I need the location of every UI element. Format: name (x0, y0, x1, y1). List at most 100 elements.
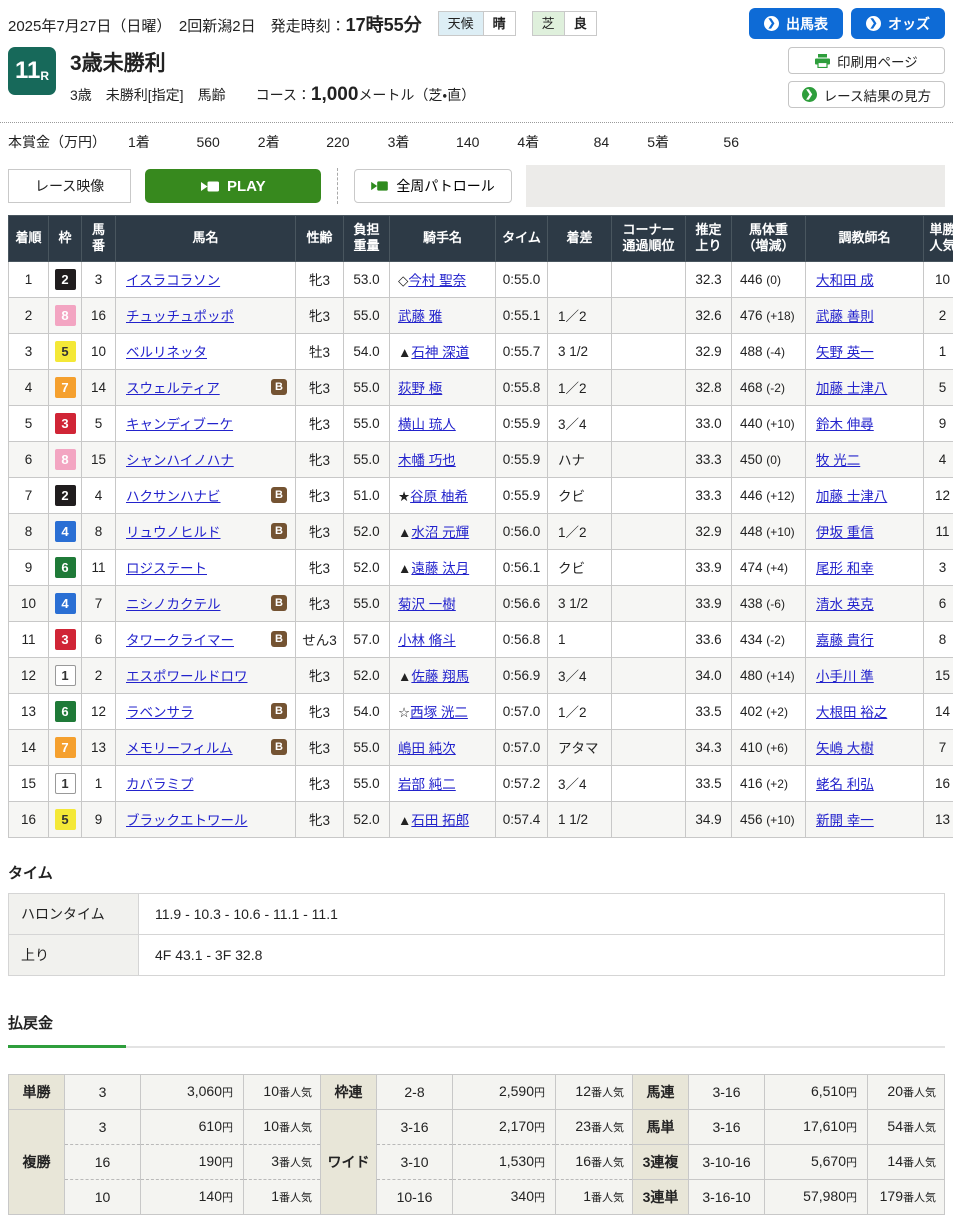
turf-condition-badge: 芝 良 (532, 11, 597, 36)
trainer-link[interactable]: 清水 英克 (816, 597, 874, 612)
rank-cell: 12 (9, 657, 49, 693)
last3f-cell: 33.9 (686, 585, 732, 621)
video-camera-icon (201, 180, 219, 193)
trainer-link[interactable]: 伊坂 重信 (816, 525, 874, 540)
waku-badge: 6 (55, 701, 76, 722)
trainer-cell: 清水 英克 (806, 585, 924, 621)
trainer-link[interactable]: 牧 光二 (816, 453, 860, 468)
prize-item: 4着84 (517, 132, 647, 152)
result-row: 535キャンディブーケ牝355.0横山 琉人0:55.93／433.0440 (… (9, 405, 953, 441)
popularity-cell: 9 (924, 405, 953, 441)
jockey-link[interactable]: 木幡 巧也 (398, 453, 456, 468)
sex-age-cell: 牝3 (296, 765, 344, 801)
trainer-link[interactable]: 武藤 善則 (816, 309, 874, 324)
trainer-link[interactable]: 矢嶋 大樹 (816, 741, 874, 756)
patrol-video-button[interactable]: 全周パトロール (354, 169, 511, 203)
jockey-link[interactable]: 今村 聖奈 (408, 273, 466, 288)
odds-button[interactable]: ❯オッズ (851, 8, 945, 39)
jockey-link[interactable]: 谷原 柚希 (410, 489, 468, 504)
last3f-cell: 32.8 (686, 369, 732, 405)
trainer-link[interactable]: 加藤 士津八 (816, 489, 887, 504)
jockey-link[interactable]: 小林 脩斗 (398, 633, 456, 648)
horse-link[interactable]: スウェルティア (126, 381, 220, 396)
horse-link[interactable]: エスポワールドロワ (126, 669, 248, 684)
jockey-link[interactable]: 武藤 雅 (398, 309, 442, 324)
umaban-cell: 13 (82, 729, 116, 765)
horse-link[interactable]: ハクサンハナビ (126, 489, 221, 504)
result-guide-button[interactable]: ❯ レース結果の見方 (788, 81, 945, 108)
trainer-link[interactable]: 大根田 裕之 (816, 705, 887, 720)
trainer-cell: 蛯名 利弘 (806, 765, 924, 801)
payout-selection: 3-10-16 (689, 1144, 765, 1179)
entries-button[interactable]: ❯出馬表 (749, 8, 843, 39)
payout-amount: 6,510円 (765, 1074, 868, 1109)
horse-link[interactable]: メモリーフィルム (126, 741, 233, 756)
prize-item: 1着560 (128, 132, 258, 152)
horse-link[interactable]: チュッチュポッポ (126, 309, 234, 324)
payout-row: 複勝3610円10番人気ワイド3-162,170円23番人気馬単3-1617,6… (9, 1109, 945, 1144)
jockey-link[interactable]: 遠藤 汰月 (411, 561, 469, 576)
waku-cell: 1 (49, 765, 82, 801)
jockey-link[interactable]: 荻野 極 (398, 381, 442, 396)
jockey-link[interactable]: 水沼 元輝 (411, 525, 469, 540)
horse-cell: ラベンサラB (116, 693, 296, 729)
trainer-link[interactable]: 加藤 士津八 (816, 381, 887, 396)
horse-link[interactable]: シャンハイノハナ (126, 453, 234, 468)
jockey-mark: ▲ (398, 669, 411, 684)
jockey-link[interactable]: 石神 深道 (411, 345, 469, 360)
horse-link[interactable]: イスラコラソン (126, 273, 220, 288)
horse-link[interactable]: ベルリネッタ (126, 345, 207, 360)
trainer-link[interactable]: 尾形 和幸 (816, 561, 874, 576)
print-page-button[interactable]: 印刷用ページ (788, 47, 945, 74)
horse-link[interactable]: ブラックエトワール (126, 813, 248, 828)
trainer-link[interactable]: 鈴木 伸尋 (816, 417, 874, 432)
jockey-link[interactable]: 岩部 純二 (398, 777, 456, 792)
jockey-link[interactable]: 横山 琉人 (398, 417, 456, 432)
race-title: 3歳未勝利 (70, 47, 475, 77)
waku-cell: 5 (49, 801, 82, 837)
margin-cell: 1／2 (548, 513, 612, 549)
horse-link[interactable]: リュウノヒルド (126, 525, 221, 540)
trainer-link[interactable]: 新開 幸一 (816, 813, 874, 828)
horse-link[interactable]: ロジステート (126, 561, 207, 576)
payout-selection: 3-16 (689, 1109, 765, 1144)
jockey-cell: 武藤 雅 (390, 297, 496, 333)
horse-link[interactable]: タワークライマー (126, 633, 234, 648)
horse-link[interactable]: ラベンサラ (126, 705, 194, 720)
play-button[interactable]: PLAY (145, 169, 321, 203)
payout-table: 単勝33,060円10番人気枠連2-82,590円12番人気馬連3-166,51… (8, 1074, 945, 1215)
jockey-link[interactable]: 佐藤 翔馬 (411, 669, 469, 684)
horse-link[interactable]: カバラミプ (126, 777, 194, 792)
payout-amount: 2,170円 (453, 1109, 556, 1144)
umaban-cell: 15 (82, 441, 116, 477)
trainer-link[interactable]: 嘉藤 貴行 (816, 633, 874, 648)
trainer-cell: 矢嶋 大樹 (806, 729, 924, 765)
trainer-link[interactable]: 大和田 成 (816, 273, 874, 288)
jockey-link[interactable]: 西塚 洸二 (410, 705, 468, 720)
horse-cell: リュウノヒルドB (116, 513, 296, 549)
jockey-link[interactable]: 菊沢 一樹 (398, 597, 456, 612)
corner-order-cell (612, 297, 686, 333)
horse-cell: ロジステート (116, 549, 296, 585)
jockey-link[interactable]: 石田 拓郎 (411, 813, 469, 828)
popularity-cell: 4 (924, 441, 953, 477)
trainer-link[interactable]: 小手川 準 (816, 669, 874, 684)
umaban-cell: 4 (82, 477, 116, 513)
horse-link[interactable]: ニシノカクテル (126, 597, 221, 612)
horse-link[interactable]: キャンディブーケ (126, 417, 233, 432)
trainer-link[interactable]: 蛯名 利弘 (816, 777, 874, 792)
jockey-cell: ▲水沼 元輝 (390, 513, 496, 549)
waku-badge: 5 (55, 341, 76, 362)
carried-weight-cell: 53.0 (344, 261, 390, 297)
jockey-link[interactable]: 嶋田 純次 (398, 741, 456, 756)
trainer-link[interactable]: 矢野 英一 (816, 345, 874, 360)
waku-cell: 2 (49, 477, 82, 513)
horse-cell: チュッチュポッポ (116, 297, 296, 333)
turf-label: 芝 (533, 12, 564, 35)
jockey-cell: ☆西塚 洸二 (390, 693, 496, 729)
table-row: 上り 4F 43.1 - 3F 32.8 (9, 934, 945, 975)
sex-age-cell: 牝3 (296, 297, 344, 333)
payout-selection: 3-16 (377, 1109, 453, 1144)
jockey-cell: ▲石神 深道 (390, 333, 496, 369)
carried-weight-cell: 52.0 (344, 513, 390, 549)
